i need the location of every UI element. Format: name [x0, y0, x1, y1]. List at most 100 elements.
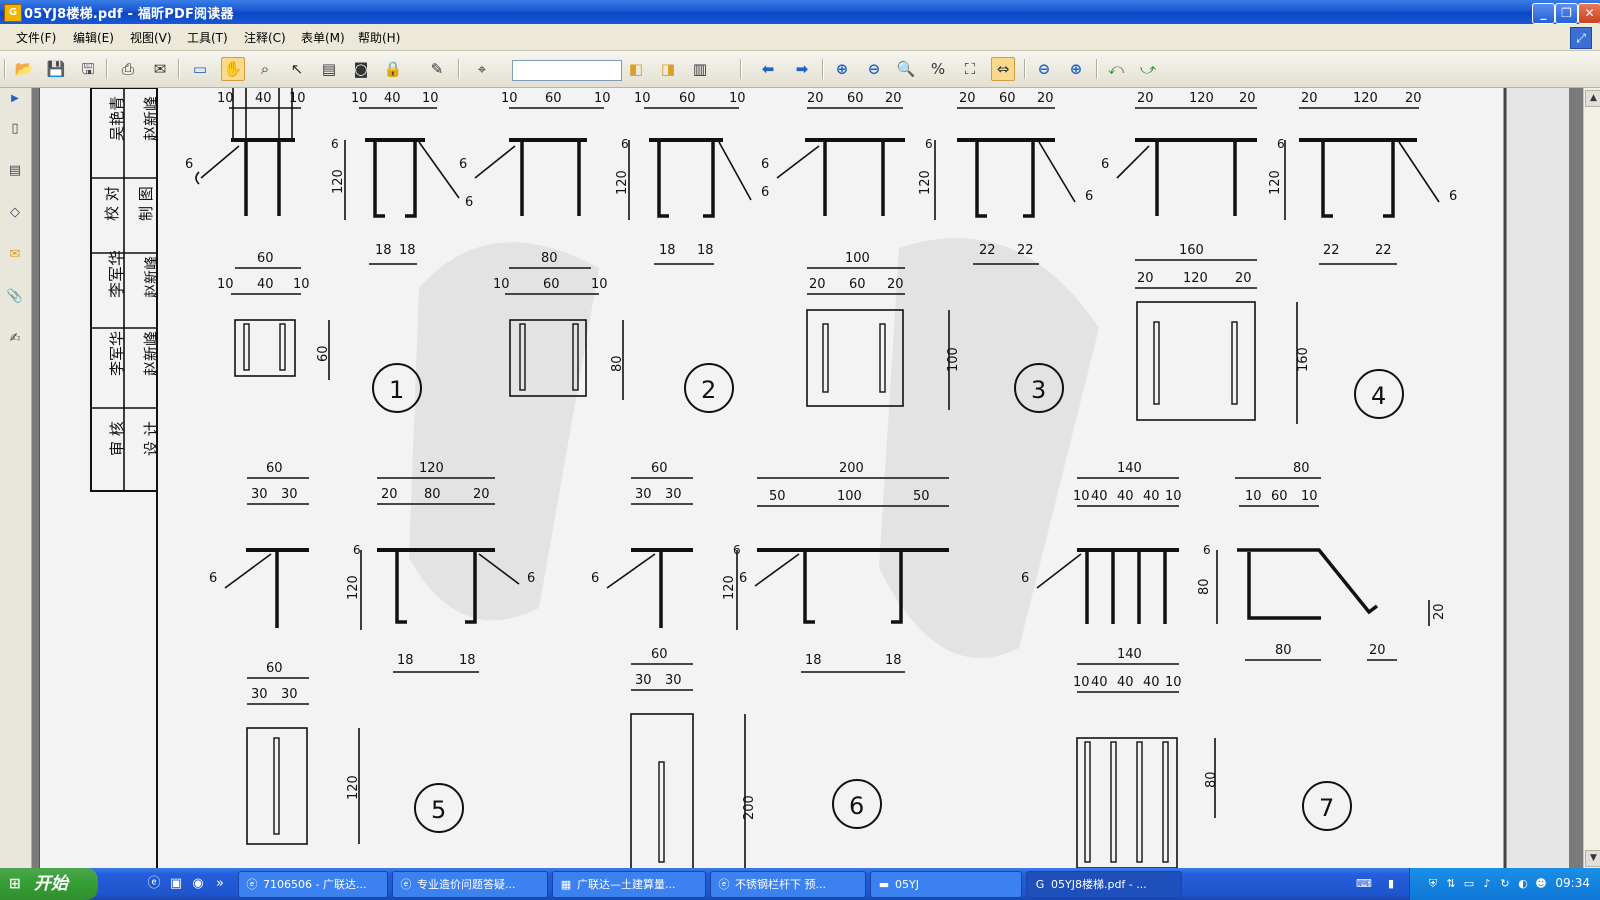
svg-text:60: 60 [316, 345, 331, 362]
prev-find-icon[interactable]: ◧ [624, 57, 648, 81]
menu-file[interactable]: 文件(F) [16, 29, 56, 46]
zoom-plus-icon[interactable]: ⊕ [1064, 57, 1088, 81]
menu-view[interactable]: 视图(V) [130, 29, 172, 46]
start-button[interactable]: ⊞ 开始 [0, 868, 98, 900]
quick-launch-expand-icon[interactable]: » [212, 876, 228, 892]
select-arrow-icon[interactable]: ↖ [285, 57, 309, 81]
email-icon[interactable]: ✉ [148, 57, 172, 81]
minimize-button[interactable]: _ [1532, 3, 1555, 24]
svg-text:6: 6 [1101, 157, 1109, 172]
svg-text:30: 30 [635, 487, 652, 502]
snapshot-icon[interactable]: ◙ [349, 57, 373, 81]
hand-tool-icon[interactable]: ✋ [221, 57, 245, 81]
rotate-right-icon[interactable]: ⤻ [1136, 57, 1160, 81]
task-button-active[interactable]: G 05YJ8楼梯.pdf - ... [1026, 871, 1182, 898]
menu-forms[interactable]: 表单(M) [301, 29, 345, 46]
svg-text:1: 1 [389, 376, 404, 404]
signatures-icon[interactable]: ✍ [5, 328, 25, 350]
title-bar[interactable]: G 05YJ8楼梯.pdf - 福昕PDF阅读器 _ ❐ ✕ [0, 0, 1600, 24]
attachments-icon[interactable]: 📎 [5, 286, 25, 308]
presentation-icon[interactable]: ▭ [188, 57, 212, 81]
menu-help[interactable]: 帮助(H) [358, 29, 400, 46]
open-icon[interactable]: 📂 [12, 57, 36, 81]
network-icon[interactable]: ⇅ [1444, 877, 1458, 891]
document-view[interactable]: 吴艳青 赵新峰 校 对 制 图 李军华 赵新峰 李军华 赵新峰 审 核 设 计 … [32, 88, 1583, 868]
zoom-out-icon[interactable]: ⊖ [862, 57, 886, 81]
bookmarks-icon[interactable]: ▯ [5, 118, 25, 140]
menu-edit[interactable]: 编辑(E) [73, 29, 114, 46]
speaker-icon[interactable]: ♪ [1480, 877, 1494, 891]
task-button[interactable]: ⓔ 不锈钢栏杆下 预... [710, 871, 866, 898]
sign-icon[interactable]: ✎ [425, 57, 449, 81]
svg-text:80: 80 [610, 355, 625, 372]
show-desktop-icon[interactable]: ▣ [168, 876, 184, 892]
vertical-scrollbar[interactable]: ▲ ▼ [1583, 88, 1600, 868]
restore-button[interactable]: ❐ [1555, 3, 1578, 24]
svg-text:6: 6 [527, 571, 535, 586]
svg-text:18: 18 [659, 243, 676, 258]
comments-icon[interactable]: ✉ [5, 244, 25, 266]
svg-text:160: 160 [1179, 243, 1204, 258]
print-icon[interactable]: ⎙ [116, 57, 140, 81]
svg-text:20: 20 [809, 277, 826, 292]
find-input[interactable] [512, 60, 622, 81]
next-find-icon[interactable]: ◨ [656, 57, 680, 81]
svg-text:80: 80 [541, 251, 558, 266]
back-icon[interactable]: ⬅ [756, 57, 780, 81]
restore-document-icon[interactable]: ⤢ [1570, 27, 1592, 49]
svg-text:10: 10 [1073, 675, 1090, 690]
task-button[interactable]: ▬ 05YJ [870, 871, 1022, 898]
svg-text:制 图: 制 图 [137, 186, 155, 221]
forward-icon[interactable]: ➡ [790, 57, 814, 81]
zoom-page-icon[interactable]: 🔍 [894, 57, 918, 81]
pages-icon[interactable]: ▤ [5, 160, 25, 182]
rotate-left-icon[interactable]: ⤺ [1104, 57, 1128, 81]
task-button[interactable]: ⓔ 专业造价问题答疑... [392, 871, 548, 898]
rms-icon[interactable]: 🔒 [381, 57, 405, 81]
expand-panel-icon[interactable]: ▶ [5, 88, 25, 110]
battery-icon[interactable]: ▮ [1384, 877, 1398, 891]
svg-text:20: 20 [1137, 91, 1154, 106]
svg-text:6: 6 [331, 137, 339, 151]
media-player-icon[interactable]: ◉ [190, 876, 206, 892]
fit-page-icon[interactable]: ⛶ [958, 57, 982, 81]
zoom-minus-icon[interactable]: ⊖ [1032, 57, 1056, 81]
display-icon[interactable]: ▭ [1462, 877, 1476, 891]
svg-text:4: 4 [1371, 382, 1386, 410]
actual-size-icon[interactable]: % [926, 57, 950, 81]
layers-icon[interactable]: ◇ [5, 202, 25, 224]
zoom-in-icon[interactable]: ⊕ [830, 57, 854, 81]
messenger-icon[interactable]: ☻ [1534, 877, 1548, 891]
system-tray: ⛨ ⇅ ▭ ♪ ↻ ◐ ☻ 09:34 [1409, 868, 1600, 900]
save-all-icon[interactable]: 🖫 [76, 57, 100, 81]
task-button[interactable]: ⓔ 7106506 - 广联达... [238, 871, 388, 898]
task-button[interactable]: ▦ 广联达—土建算量... [552, 871, 706, 898]
svg-text:40: 40 [1091, 675, 1108, 690]
svg-text:10: 10 [217, 91, 234, 106]
fit-width-icon[interactable]: ⇔ [991, 57, 1015, 81]
close-button[interactable]: ✕ [1578, 3, 1600, 24]
svg-text:李军华: 李军华 [108, 331, 126, 376]
svg-text:20: 20 [887, 277, 904, 292]
text-select-icon[interactable]: ▤ [317, 57, 341, 81]
menu-tools[interactable]: 工具(T) [187, 29, 228, 46]
scroll-up-icon[interactable]: ▲ [1585, 90, 1600, 107]
volume-icon[interactable]: ◐ [1516, 877, 1530, 891]
svg-text:6: 6 [465, 195, 473, 210]
foxit-reader-icon: G [4, 4, 22, 22]
shield-icon[interactable]: ⛨ [1426, 877, 1440, 891]
svg-text:120: 120 [1189, 91, 1214, 106]
find-menu-icon[interactable]: ▥ [688, 57, 712, 81]
svg-text:60: 60 [849, 277, 866, 292]
menu-comments[interactable]: 注释(C) [244, 29, 286, 46]
scroll-down-icon[interactable]: ▼ [1585, 850, 1600, 867]
svg-text:10: 10 [293, 277, 310, 292]
svg-text:120: 120 [1268, 170, 1283, 195]
find-icon[interactable]: ⌖ [470, 57, 494, 81]
save-icon[interactable]: 💾 [44, 57, 68, 81]
svg-text:6: 6 [1021, 571, 1029, 586]
keyboard-icon[interactable]: ⌨ [1356, 877, 1372, 891]
update-icon[interactable]: ↻ [1498, 877, 1512, 891]
ie-icon[interactable]: ⓔ [146, 876, 162, 892]
zoom-select-icon[interactable]: ⌕ [253, 57, 277, 81]
